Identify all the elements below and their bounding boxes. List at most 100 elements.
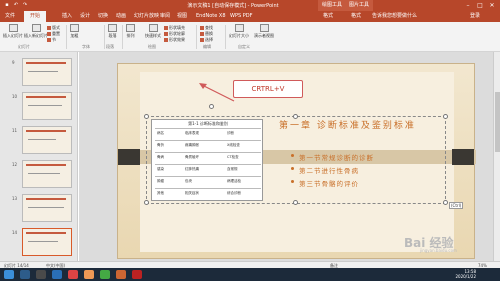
slide-thumbnail[interactable]: [22, 58, 72, 86]
ribbon-divider: [122, 25, 123, 49]
presenter-view-button[interactable]: 演示者视图: [254, 24, 274, 39]
vertical-scrollbar[interactable]: [493, 52, 500, 261]
tab-review[interactable]: 审阅: [160, 11, 170, 22]
close-icon[interactable]: ✕: [486, 0, 498, 11]
bullet-item[interactable]: 第二节进行性骨病: [291, 165, 359, 175]
slide-number: 14: [12, 230, 18, 235]
browser-icon[interactable]: [52, 270, 62, 279]
watermark-url: jingyan.baidu.com: [420, 248, 457, 253]
ribbon-divider: [225, 25, 226, 49]
thumb-line: [28, 207, 64, 208]
select-button[interactable]: 选择: [200, 37, 213, 42]
context-tab-picture: 图片工具: [345, 0, 374, 11]
slide-size-icon: [234, 24, 244, 32]
thumb-title-bar: [26, 198, 66, 200]
shape-outline-button[interactable]: 形状轮廓: [164, 31, 185, 36]
tab-file[interactable]: 文件: [5, 11, 15, 22]
tab-endnote[interactable]: EndNote X8: [196, 11, 226, 22]
thumb-line: [28, 71, 58, 72]
ribbon-tab-bar: 文件 开始 插入 设计 切换 动画 幻灯片放映 审阅 视图 EndNote X8…: [0, 11, 500, 22]
tab-design[interactable]: 设计: [80, 11, 90, 22]
context-tab-drawing: 绘图工具: [318, 0, 347, 11]
app-red-icon[interactable]: [68, 270, 78, 279]
bold-button[interactable]: 加粗: [70, 24, 79, 39]
replace-icon: [200, 32, 204, 36]
slide-thumbnail[interactable]: [22, 92, 72, 120]
resize-handle[interactable]: [443, 114, 448, 119]
start-icon[interactable]: [4, 270, 14, 279]
tab-format-picture[interactable]: 格式: [351, 11, 361, 22]
paste-options-button[interactable]: (Ctrl): [449, 202, 464, 209]
slide-thumbnail-selected[interactable]: [22, 228, 72, 256]
rotate-handle[interactable]: [209, 104, 214, 109]
slide-size-button[interactable]: 幻灯片大小: [229, 24, 249, 39]
layout-button[interactable]: 版式: [47, 25, 60, 30]
resize-handle[interactable]: [443, 200, 448, 205]
arrange-button[interactable]: 排列: [126, 24, 135, 39]
chapter-title[interactable]: 第一章 诊断标准及鉴别标准: [279, 118, 416, 131]
thumb-line: [28, 105, 62, 106]
arrange-icon: [126, 24, 135, 32]
tab-slideshow[interactable]: 幻灯片放映: [134, 11, 159, 22]
instruction-callout: CRTRL+V: [233, 80, 303, 98]
app-icon[interactable]: [36, 270, 46, 279]
paragraph-button[interactable]: 段落: [108, 24, 117, 39]
tab-home[interactable]: 开始: [24, 11, 47, 22]
find-button[interactable]: 查找: [200, 25, 213, 30]
quick-access-toolbar: ▪ ↶ ↷: [4, 2, 28, 8]
presenter-icon: [259, 24, 269, 32]
search-icon: [200, 26, 204, 30]
scrollbar-thumb[interactable]: [495, 92, 500, 152]
resize-handle[interactable]: [144, 200, 149, 205]
thumb-title-bar: [26, 130, 66, 132]
thumb-line: [28, 173, 60, 174]
insert-slide-button[interactable]: 插入幻灯片: [3, 24, 23, 39]
shape-effect-button[interactable]: 形状效果: [164, 37, 185, 42]
replace-button[interactable]: 替换: [200, 31, 213, 36]
slide-thumbnail[interactable]: [22, 160, 72, 188]
title-bar: ▪ ↶ ↷ 演示文稿1 [自动保存模式] - PowerPoint 绘图工具 图…: [0, 0, 500, 11]
window-controls: – □ ✕: [462, 0, 498, 11]
new-slide-button[interactable]: 插入新幻灯片: [24, 24, 48, 39]
bullet-item[interactable]: 第三节骨骼的评价: [291, 178, 359, 188]
app-orange-icon[interactable]: [84, 270, 94, 279]
explorer-icon[interactable]: [20, 270, 30, 279]
group-slides-label: 幻灯片: [18, 44, 30, 49]
slide-number: 9: [12, 60, 15, 65]
slide-band-right: [452, 149, 474, 165]
shape-fill-button[interactable]: 形状填充: [164, 25, 185, 30]
slide-thumbnail[interactable]: [22, 126, 72, 154]
app-green-icon[interactable]: [100, 270, 110, 279]
system-tray-clock[interactable]: 13:58 2020/1/22: [455, 269, 476, 279]
section-icon: [47, 38, 51, 42]
resize-handle[interactable]: [293, 200, 298, 205]
tab-wps-pdf[interactable]: WPS PDF: [230, 11, 252, 22]
outline-icon: [164, 32, 168, 36]
pdf-icon[interactable]: [132, 270, 142, 279]
tell-me-search[interactable]: 告诉我您想要做什么: [372, 11, 417, 22]
tab-format-drawing[interactable]: 格式: [323, 11, 333, 22]
tab-animations[interactable]: 动画: [116, 11, 126, 22]
powerpoint-icon[interactable]: [116, 270, 126, 279]
quick-styles-button[interactable]: 快速样式: [145, 24, 161, 39]
resize-handle[interactable]: [144, 114, 149, 119]
layout-icon: [47, 26, 51, 30]
undo-icon[interactable]: ↶: [13, 2, 19, 8]
save-icon[interactable]: ▪: [4, 2, 10, 8]
redo-icon[interactable]: ↷: [22, 2, 28, 8]
thumb-title-bar: [26, 62, 66, 64]
tab-view[interactable]: 视图: [177, 11, 187, 22]
paragraph-icon: [108, 24, 117, 32]
slide-number: 13: [12, 196, 18, 201]
sign-in-link[interactable]: 登录: [470, 11, 480, 22]
slide-thumbnail[interactable]: [22, 194, 72, 222]
tab-transitions[interactable]: 切换: [98, 11, 108, 22]
bullet-item[interactable]: 第一节常规诊断的诊断: [291, 152, 374, 162]
clock-date: 2020/1/22: [455, 274, 476, 279]
slide-band-left: [118, 149, 140, 165]
tab-insert[interactable]: 插入: [62, 11, 72, 22]
maximize-icon[interactable]: □: [474, 0, 486, 11]
minimize-icon[interactable]: –: [462, 0, 474, 11]
reset-button[interactable]: 重置: [47, 31, 60, 36]
section-button[interactable]: 节: [47, 37, 56, 42]
